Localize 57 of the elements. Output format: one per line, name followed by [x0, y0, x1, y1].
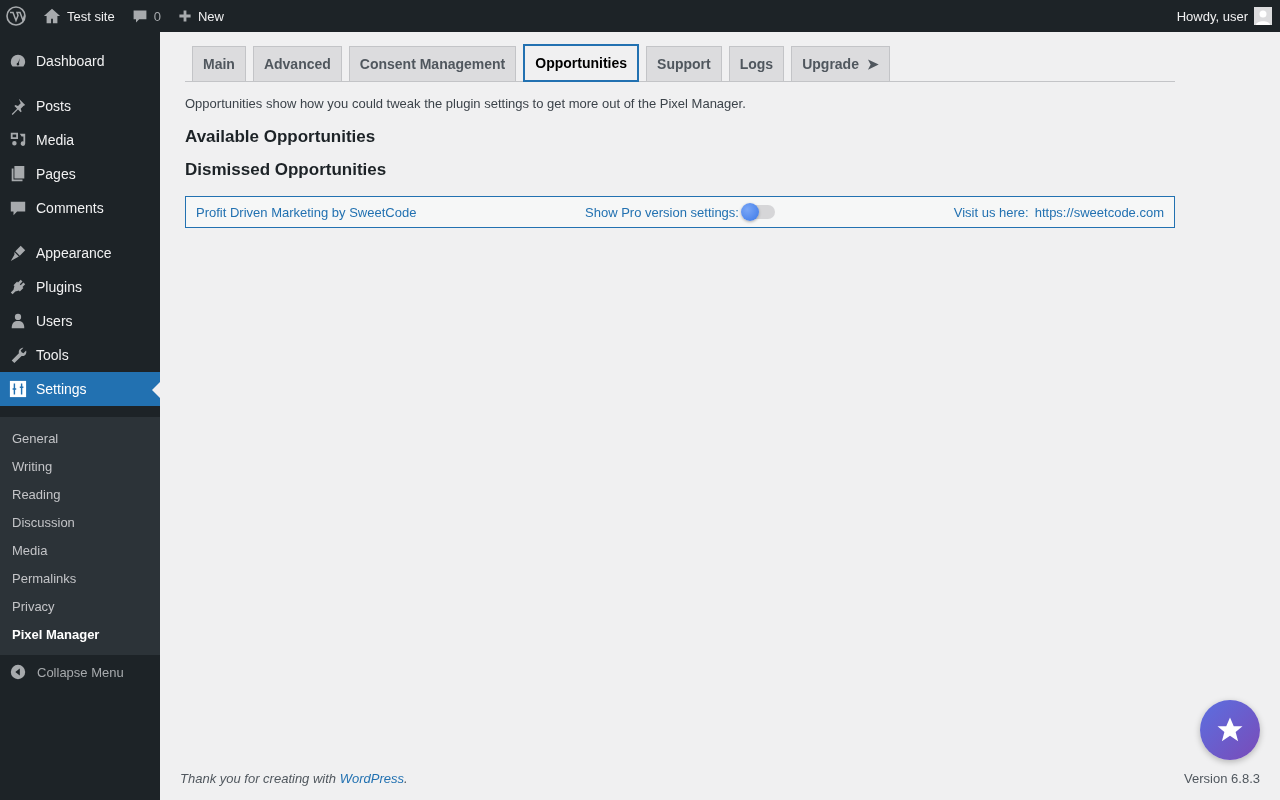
user-icon	[9, 312, 27, 330]
home-icon	[43, 7, 61, 25]
sidebar-item[interactable]: Comments	[0, 191, 160, 225]
tab[interactable]: Consent Management	[348, 46, 517, 81]
sidebar-item[interactable]: Dashboard	[0, 44, 160, 78]
tab[interactable]: Opportunities	[523, 44, 640, 82]
new-link[interactable]: New	[177, 8, 224, 24]
tab[interactable]: Upgrade ➤	[791, 46, 890, 81]
tab[interactable]: Main	[192, 46, 246, 81]
submenu-item[interactable]: Privacy	[0, 592, 160, 620]
section-heading: Available Opportunities	[185, 127, 377, 147]
version-text: Version 6.8.3	[1184, 771, 1260, 786]
plug-icon	[9, 278, 27, 296]
avatar-icon	[1254, 7, 1272, 25]
footer-thanks-text: Thank you for creating with WordPress.	[180, 771, 408, 786]
plus-icon	[177, 9, 192, 23]
star-button[interactable]	[1200, 700, 1260, 760]
submenu-item[interactable]: Permalinks	[0, 564, 160, 592]
sidebar-item[interactable]: Posts	[0, 89, 160, 123]
website-link[interactable]: https://sweetcode.com	[1034, 204, 1164, 220]
comments-link[interactable]: 0	[131, 8, 161, 24]
sidebar-item[interactable]: Users	[0, 304, 160, 338]
wordpress-link[interactable]: WordPress	[339, 771, 404, 786]
media-icon	[9, 131, 27, 149]
sidebar-item[interactable]: Appearance	[0, 236, 160, 270]
submenu-item[interactable]: Pixel Manager	[0, 620, 160, 648]
sidebar-item[interactable]: Media	[0, 123, 160, 157]
submenu-item[interactable]: General	[0, 424, 160, 452]
section-heading: Dismissed Opportunities	[185, 160, 388, 180]
sidebar-item[interactable]: Plugins	[0, 270, 160, 304]
wordpress-logo-icon[interactable]	[6, 6, 26, 26]
collapse-menu-button[interactable]: Collapse Menu	[0, 655, 160, 689]
speech-bubble-icon	[131, 8, 148, 24]
pages-icon	[9, 165, 27, 183]
tab[interactable]: Support	[646, 46, 722, 81]
sidebar-item[interactable]: Tools	[0, 338, 160, 372]
paintbrush-icon	[9, 244, 27, 262]
site-link[interactable]: Test site	[43, 7, 115, 25]
brand-text: Profit Driven Marketing by SweetCode	[196, 204, 417, 220]
account-link[interactable]: Howdy, user	[1176, 7, 1272, 25]
sidebar-item[interactable]: Settings	[0, 372, 160, 406]
pro-settings-label: Show Pro version settings:	[585, 204, 739, 220]
tab[interactable]: Logs	[728, 46, 785, 81]
wrench-icon	[9, 346, 27, 364]
pushpin-icon	[9, 97, 27, 115]
intro-text: Opportunities show how you could tweak the plugin settings to get more out of the Pixel Manager.	[185, 96, 747, 111]
tab[interactable]: Advanced	[252, 46, 342, 81]
left-arrow-circle-icon	[9, 663, 27, 681]
submenu-item[interactable]: Media	[0, 536, 160, 564]
visit-label: Visit us here:	[953, 204, 1029, 220]
speech-bubble-icon	[9, 199, 27, 217]
pro-settings-toggle[interactable]	[742, 205, 775, 219]
submenu-item[interactable]: Reading	[0, 480, 160, 508]
submenu-item[interactable]: Writing	[0, 452, 160, 480]
sliders-icon	[9, 380, 27, 398]
sidebar-item[interactable]: Pages	[0, 157, 160, 191]
submenu-item[interactable]: Discussion	[0, 508, 160, 536]
